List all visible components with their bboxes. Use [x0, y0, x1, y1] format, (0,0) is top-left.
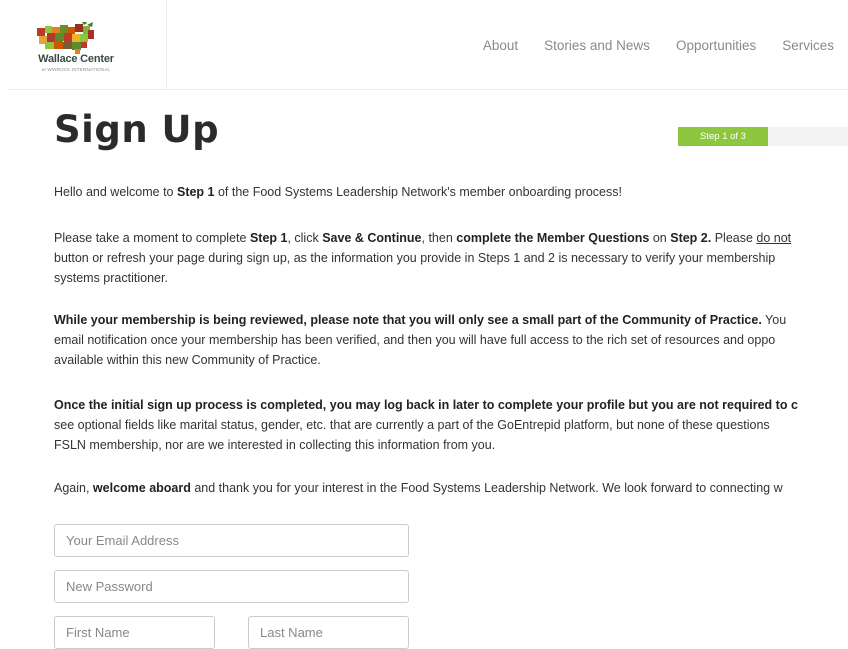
- usa-map-logo-icon: [37, 22, 94, 54]
- site-logo[interactable]: Wallace Center at WINROCK INTERNATIONAL: [7, 0, 167, 90]
- intro-paragraph-3: While your membership is being reviewed,…: [54, 310, 786, 370]
- text-run: , then: [421, 231, 457, 245]
- paragraph-line: button or refresh your page during sign …: [54, 251, 776, 265]
- intro-paragraph-2: Please take a moment to complete Step 1,…: [54, 228, 791, 288]
- paragraph-line: email notification once your membership …: [54, 333, 776, 347]
- bold-text: Step 1: [249, 231, 288, 245]
- nav-stories-and-news[interactable]: Stories and News: [544, 38, 650, 53]
- bold-text: While your membership is being reviewed,…: [54, 313, 762, 327]
- intro-paragraph-4: Once the initial sign up process is comp…: [54, 395, 798, 455]
- main-nav: About Stories and News Opportunities Ser…: [457, 38, 834, 53]
- paragraph-line: available within this new Community of P…: [54, 353, 321, 367]
- text-run: Hello and welcome to: [54, 185, 177, 199]
- text-run: Again,: [54, 481, 93, 495]
- paragraph-line: Please take a moment to complete Step 1,…: [54, 228, 791, 248]
- text-run: Please take a moment to complete: [54, 231, 250, 245]
- first-name-field[interactable]: [54, 616, 215, 649]
- bold-text: Step 1: [176, 185, 215, 199]
- step-progress-fill: Step 1 of 3: [678, 127, 768, 146]
- nav-services[interactable]: Services: [782, 38, 834, 53]
- intro-paragraph-1: Hello and welcome to Step 1 of the Food …: [54, 182, 622, 202]
- bold-text: complete the Member Questions: [456, 231, 650, 245]
- logo-subtitle: at WINROCK INTERNATIONAL: [41, 67, 111, 72]
- text-run: of the Food Systems Leadership Network's…: [214, 185, 622, 199]
- underlined-text: do not: [756, 231, 792, 245]
- last-name-field[interactable]: [248, 616, 409, 649]
- bold-text: Step 2.: [670, 231, 712, 245]
- paragraph-line: see optional fields like marital status,…: [54, 418, 770, 432]
- email-field[interactable]: [54, 524, 409, 557]
- paragraph-line: While your membership is being reviewed,…: [54, 310, 786, 330]
- text-run: on: [649, 231, 671, 245]
- nav-opportunities[interactable]: Opportunities: [676, 38, 756, 53]
- password-field[interactable]: [54, 570, 409, 603]
- step-progress-bar: Step 1 of 3: [678, 127, 848, 146]
- text-run: Please: [711, 231, 757, 245]
- text-run: , click: [287, 231, 323, 245]
- logo-title: Wallace Center: [38, 53, 114, 65]
- text-run: You: [761, 313, 787, 327]
- paragraph-line: Once the initial sign up process is comp…: [54, 395, 798, 415]
- bold-text: Save & Continue: [322, 231, 422, 245]
- nav-about[interactable]: About: [483, 38, 518, 53]
- bold-text: welcome aboard: [92, 481, 191, 495]
- text-run: and thank you for your interest in the F…: [190, 481, 783, 495]
- intro-paragraph-5: Again, welcome aboard and thank you for …: [54, 478, 783, 498]
- header-divider: [167, 89, 848, 90]
- page-title: Sign Up: [54, 108, 220, 151]
- paragraph-line: FSLN membership, nor are we interested i…: [54, 438, 496, 452]
- site-header: Wallace Center at WINROCK INTERNATIONAL …: [0, 0, 848, 90]
- paragraph-line: systems practitioner.: [54, 271, 168, 285]
- bold-text: Once the initial sign up process is comp…: [54, 398, 798, 412]
